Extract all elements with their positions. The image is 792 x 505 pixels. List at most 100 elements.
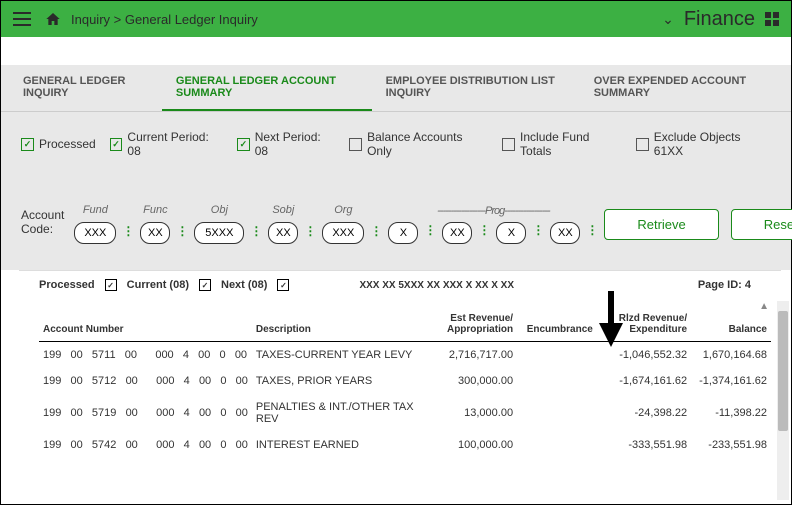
report-panel: Processed ✓ Current (08) ✓ Next (08) ✓ X…: [19, 270, 781, 458]
vertical-scrollbar[interactable]: [777, 301, 789, 500]
tab-over-expended-account-summary[interactable]: OVER EXPENDED ACCOUNT SUMMARY: [580, 65, 783, 111]
table-cell: 199 00 5712 00 000 4 00 0 00: [39, 368, 252, 394]
table-cell: 300,000.00: [428, 368, 517, 394]
checkbox-icon[interactable]: ✓: [110, 138, 123, 151]
field-menu-icon[interactable]: ⋮: [250, 224, 262, 244]
acct-input-prog-1[interactable]: [388, 222, 418, 244]
col-header: Description: [252, 307, 428, 342]
filter-next-period-08[interactable]: ✓ Next Period: 08: [237, 130, 335, 158]
page-id: Page ID: 4: [698, 279, 771, 291]
field-menu-icon[interactable]: ⋮: [424, 223, 436, 243]
account-code-label: Account Code:: [21, 208, 64, 244]
table-cell: -24,398.22: [597, 394, 691, 432]
filter-label: Current Period: 08: [127, 130, 223, 158]
report-processed-check: ✓: [105, 279, 117, 291]
reset-button[interactable]: Reset: [731, 209, 792, 240]
table-cell: [517, 394, 597, 432]
filter-processed[interactable]: ✓ Processed: [21, 130, 96, 158]
table-cell: TAXES-CURRENT YEAR LEVY: [252, 342, 428, 369]
hamburger-menu[interactable]: [13, 12, 31, 26]
table-cell: 199 00 5742 00 000 4 00 0 00: [39, 432, 252, 458]
home-icon[interactable]: [45, 11, 61, 27]
filter-exclude-objects-61xx[interactable]: Exclude Objects 61XX: [636, 130, 771, 158]
col-header: Est Revenue/Appropriation: [428, 307, 517, 342]
table-row[interactable]: 199 00 5742 00 000 4 00 0 00INTEREST EAR…: [39, 432, 771, 458]
acct-input-fund[interactable]: [74, 222, 116, 244]
acct-header: ------------------Prog-----------------: [437, 204, 549, 218]
filter-label: Next Period: 08: [255, 130, 336, 158]
checkbox-icon[interactable]: [502, 138, 515, 151]
apps-icon[interactable]: [765, 12, 779, 26]
filter-include-fund-totals[interactable]: Include Fund Totals: [502, 130, 622, 158]
table-cell: PENALTIES & INT./OTHER TAX REV: [252, 394, 428, 432]
field-menu-icon[interactable]: ⋮: [532, 223, 544, 243]
table-cell: -1,374,161.62: [691, 368, 771, 394]
report-current-label: Current (08): [127, 279, 189, 291]
filter-label: Exclude Objects 61XX: [654, 130, 771, 158]
pointer-arrow-icon: [591, 289, 631, 349]
scroll-up-icon[interactable]: ▲: [759, 301, 769, 312]
table-row[interactable]: 199 00 5711 00 000 4 00 0 00TAXES-CURREN…: [39, 342, 771, 369]
checkbox-icon[interactable]: [349, 138, 362, 151]
checkbox-icon[interactable]: ✓: [21, 138, 34, 151]
report-code: XXX XX 5XXX XX XXX X XX X XX: [359, 280, 514, 291]
filter-label: Balance Accounts Only: [367, 130, 488, 158]
acct-header: Org: [334, 204, 352, 218]
col-header: Account Number: [39, 307, 252, 342]
filter-balance-accounts-only[interactable]: Balance Accounts Only: [349, 130, 488, 158]
chevron-down-icon[interactable]: ⌄: [662, 11, 674, 28]
tab-general-ledger-inquiry[interactable]: GENERAL LEDGER INQUIRY: [9, 65, 162, 111]
acct-input-func[interactable]: [140, 222, 170, 244]
tab-employee-distribution-list-inquiry[interactable]: EMPLOYEE DISTRIBUTION LIST INQUIRY: [372, 65, 580, 111]
table-cell: 1,670,164.68: [691, 342, 771, 369]
table-row[interactable]: 199 00 5712 00 000 4 00 0 00TAXES, PRIOR…: [39, 368, 771, 394]
acct-input-sobj[interactable]: [268, 222, 298, 244]
table-cell: 199 00 5719 00 000 4 00 0 00: [39, 394, 252, 432]
report-processed-label: Processed: [39, 279, 95, 291]
table-cell: [517, 342, 597, 369]
breadcrumb: Inquiry > General Ledger Inquiry: [71, 12, 258, 27]
table-cell: 13,000.00: [428, 394, 517, 432]
table-cell: INTEREST EARNED: [252, 432, 428, 458]
field-menu-icon[interactable]: ⋮: [370, 224, 382, 244]
col-header: Encumbrance: [517, 307, 597, 342]
module-name: Finance: [684, 8, 755, 31]
acct-input-prog-4[interactable]: [550, 222, 580, 244]
table-cell: -1,674,161.62: [597, 368, 691, 394]
ledger-table: Account NumberDescriptionEst Revenue/App…: [39, 307, 771, 458]
report-next-label: Next (08): [221, 279, 267, 291]
acct-header: Fund: [83, 204, 108, 218]
report-next-check: ✓: [277, 279, 289, 291]
report-current-check: ✓: [199, 279, 211, 291]
acct-header: Sobj: [272, 204, 294, 218]
table-cell: [517, 432, 597, 458]
tab-general-ledger-account-summary[interactable]: GENERAL LEDGER ACCOUNT SUMMARY: [162, 65, 372, 111]
table-cell: -233,551.98: [691, 432, 771, 458]
acct-header: Func: [143, 204, 167, 218]
table-row[interactable]: 199 00 5719 00 000 4 00 0 00PENALTIES & …: [39, 394, 771, 432]
table-cell: 100,000.00: [428, 432, 517, 458]
checkbox-icon[interactable]: [636, 138, 649, 151]
table-cell: 199 00 5711 00 000 4 00 0 00: [39, 342, 252, 369]
filter-current-period-08[interactable]: ✓ Current Period: 08: [110, 130, 223, 158]
field-menu-icon[interactable]: ⋮: [304, 224, 316, 244]
acct-input-org[interactable]: [322, 222, 364, 244]
acct-input-prog-2[interactable]: [442, 222, 472, 244]
filter-label: Include Fund Totals: [520, 130, 622, 158]
acct-input-obj[interactable]: [194, 222, 244, 244]
filter-label: Processed: [39, 137, 96, 151]
retrieve-button[interactable]: Retrieve: [604, 209, 718, 240]
checkbox-icon[interactable]: ✓: [237, 138, 250, 151]
col-header: Balance: [691, 307, 771, 342]
table-cell: TAXES, PRIOR YEARS: [252, 368, 428, 394]
acct-input-prog-3[interactable]: [496, 222, 526, 244]
table-cell: 2,716,717.00: [428, 342, 517, 369]
field-menu-icon[interactable]: ⋮: [176, 224, 188, 244]
tab-bar: GENERAL LEDGER INQUIRYGENERAL LEDGER ACC…: [1, 65, 791, 112]
field-menu-icon[interactable]: ⋮: [122, 224, 134, 244]
field-menu-icon[interactable]: ⋮: [586, 223, 598, 243]
table-cell: -11,398.22: [691, 394, 771, 432]
table-cell: [517, 368, 597, 394]
field-menu-icon[interactable]: ⋮: [478, 223, 490, 243]
table-cell: -333,551.98: [597, 432, 691, 458]
